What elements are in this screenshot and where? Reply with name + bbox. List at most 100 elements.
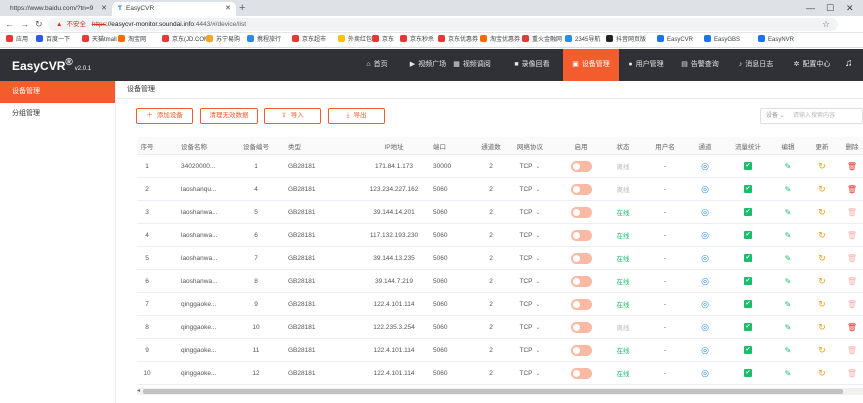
bookmark-item[interactable]: 淘宝网 [118, 33, 146, 47]
enable-toggle[interactable] [570, 344, 592, 356]
enable-toggle[interactable] [570, 206, 592, 218]
clean-invalid-data-button[interactable]: 清理无效数据 [200, 108, 258, 124]
notification-bell-icon[interactable]: ♫ [845, 58, 853, 69]
sidebar-item-device-management[interactable]: 设备管理 [0, 81, 115, 103]
bookmark-item[interactable]: EasyCVR [657, 33, 693, 47]
search-input[interactable]: 请输入搜索内容 [793, 109, 835, 123]
close-tab-icon[interactable]: ✕ [225, 2, 231, 16]
refresh-icon[interactable]: ↻ [818, 230, 826, 241]
bookmark-item[interactable]: 外卖红包 [338, 33, 372, 47]
bookmark-item[interactable]: 应用 [6, 33, 28, 47]
refresh-icon[interactable]: ↻ [818, 161, 826, 172]
channel-icon[interactable]: ◎ [701, 299, 709, 310]
add-device-button[interactable]: ＋添加设备 [136, 108, 193, 124]
channel-icon[interactable]: ◎ [701, 345, 709, 356]
flow-stats-icon[interactable]: ✔ [744, 254, 752, 262]
bookmark-item[interactable]: 重火金融网 [522, 33, 562, 47]
delete-icon[interactable]: 🗑 [847, 323, 857, 332]
minimize-icon[interactable]: — [806, 0, 815, 16]
browser-tab-baidu[interactable]: https://www.baidu.com/?tn=9 ✕ [4, 2, 112, 16]
scrollbar-thumb[interactable] [143, 389, 843, 394]
channel-icon[interactable]: ◎ [701, 276, 709, 287]
nav-item[interactable]: ▦ 视频调阅 [448, 49, 496, 81]
enable-toggle[interactable] [570, 367, 592, 379]
flow-stats-icon[interactable]: ✔ [744, 231, 752, 239]
delete-icon[interactable]: 🗑 [847, 254, 857, 263]
edit-icon[interactable]: ✎ [785, 277, 792, 286]
enable-toggle[interactable] [570, 321, 592, 333]
refresh-icon[interactable]: ↻ [818, 253, 826, 264]
delete-icon[interactable]: 🗑 [847, 185, 857, 194]
back-arrow-icon[interactable]: ← [5, 18, 14, 31]
channel-icon[interactable]: ◎ [701, 368, 709, 379]
maximize-icon[interactable]: ☐ [826, 0, 834, 16]
nav-item[interactable]: ⌂ 首页 [360, 49, 394, 81]
url-input[interactable]: ▲ 不安全 https://easycvr-monitor.soundai.inf… [48, 18, 838, 31]
bookmark-item[interactable]: 天猫tmall [82, 33, 117, 47]
channel-icon[interactable]: ◎ [701, 253, 709, 264]
browser-tab-easycvr[interactable]: Ƭ EasyCVR ✕ [112, 2, 236, 16]
forward-arrow-icon[interactable]: → [20, 18, 29, 31]
nav-item[interactable]: ● 用户管理 [622, 49, 670, 81]
refresh-icon[interactable]: ↻ [818, 207, 826, 218]
channel-icon[interactable]: ◎ [701, 184, 709, 195]
nav-item[interactable]: ▤ 告警查询 [676, 49, 724, 81]
bookmark-item[interactable]: EasyNVR [758, 33, 794, 47]
export-button[interactable]: ⤓ 导出 [328, 108, 385, 124]
delete-icon[interactable]: 🗑 [847, 231, 857, 240]
flow-stats-icon[interactable]: ✔ [744, 208, 752, 216]
horizontal-scrollbar[interactable]: ◂ [137, 388, 863, 395]
filter-select[interactable]: 设备 ⌄ [766, 109, 785, 123]
scroll-left-arrow-icon[interactable]: ◂ [137, 387, 140, 394]
edit-icon[interactable]: ✎ [785, 254, 792, 263]
delete-icon[interactable]: 🗑 [847, 300, 857, 309]
close-tab-icon[interactable]: ✕ [101, 2, 107, 16]
enable-toggle[interactable] [570, 160, 592, 172]
flow-stats-icon[interactable]: ✔ [744, 185, 752, 193]
nav-item[interactable]: ♪ 消息日志 [732, 49, 780, 81]
bookmark-item[interactable]: EasyGBS [704, 33, 740, 47]
enable-toggle[interactable] [570, 229, 592, 241]
edit-icon[interactable]: ✎ [785, 300, 792, 309]
channel-icon[interactable]: ◎ [701, 161, 709, 172]
protocol-select[interactable]: TCP ⌄ [507, 293, 553, 315]
protocol-select[interactable]: TCP ⌄ [507, 155, 553, 177]
delete-icon[interactable]: 🗑 [847, 369, 857, 378]
bookmark-item[interactable]: 京东(JD.COM) [162, 33, 211, 47]
refresh-icon[interactable]: ↻ [818, 345, 826, 356]
edit-icon[interactable]: ✎ [785, 323, 792, 332]
nav-item[interactable]: ✲ 配置中心 [787, 49, 837, 81]
refresh-icon[interactable]: ↻ [818, 276, 826, 287]
delete-icon[interactable]: 🗑 [847, 346, 857, 355]
bookmark-item[interactable]: 苏宁易购 [206, 33, 240, 47]
bookmark-item[interactable]: 携程旅行 [247, 33, 281, 47]
protocol-select[interactable]: TCP ⌄ [507, 270, 553, 292]
bookmark-item[interactable]: 京东超市 [292, 33, 326, 47]
delete-icon[interactable]: 🗑 [847, 277, 857, 286]
protocol-select[interactable]: TCP ⌄ [507, 224, 553, 246]
flow-stats-icon[interactable]: ✔ [744, 162, 752, 170]
protocol-select[interactable]: TCP ⌄ [507, 247, 553, 269]
flow-stats-icon[interactable]: ✔ [744, 277, 752, 285]
bookmark-item[interactable]: 百度一下 [36, 33, 70, 47]
app-logo[interactable]: EasyCVR®v2.0.1 [12, 57, 91, 73]
channel-icon[interactable]: ◎ [701, 207, 709, 218]
refresh-icon[interactable]: ↻ [818, 184, 826, 195]
protocol-select[interactable]: TCP ⌄ [507, 339, 553, 361]
new-tab-plus-icon[interactable]: + [239, 1, 245, 15]
protocol-select[interactable]: TCP ⌄ [507, 201, 553, 223]
edit-icon[interactable]: ✎ [785, 346, 792, 355]
protocol-select[interactable]: TCP ⌄ [507, 362, 553, 384]
flow-stats-icon[interactable]: ✔ [744, 369, 752, 377]
edit-icon[interactable]: ✎ [785, 185, 792, 194]
flow-stats-icon[interactable]: ✔ [744, 323, 752, 331]
bookmark-item[interactable]: 京东 [372, 33, 394, 47]
bookmark-item[interactable]: 京东秒杀 [400, 33, 434, 47]
refresh-icon[interactable]: ↻ [818, 322, 826, 333]
flow-stats-icon[interactable]: ✔ [744, 300, 752, 308]
bookmark-item[interactable]: 抖音网页版 [606, 33, 646, 47]
nav-item[interactable]: ▣ 设备管理 [563, 49, 619, 81]
edit-icon[interactable]: ✎ [785, 208, 792, 217]
flow-stats-icon[interactable]: ✔ [744, 346, 752, 354]
protocol-select[interactable]: TCP ⌄ [507, 316, 553, 338]
